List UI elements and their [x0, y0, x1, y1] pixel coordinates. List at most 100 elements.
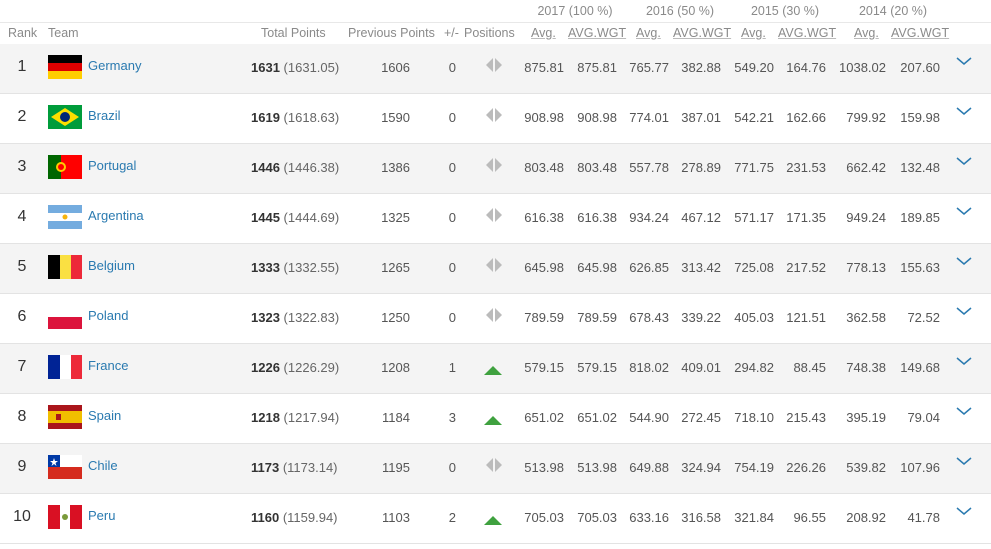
col-positions[interactable]: Positions	[464, 26, 515, 40]
table-row[interactable]: 4 Argentina 1445 (1444.69) 1325 0 616.38…	[0, 194, 991, 244]
col-rank[interactable]: Rank	[8, 26, 37, 40]
team-link[interactable]: Poland	[88, 308, 128, 323]
total-points-cell: 1619 (1618.63)	[251, 110, 340, 125]
avg-2017-cell: 579.15	[524, 360, 564, 375]
col-previous-points[interactable]: Previous Points	[348, 26, 435, 40]
avg-2014-cell: 748.38	[846, 360, 886, 375]
col-avg-2017[interactable]: Avg.	[531, 26, 556, 40]
flag-argentina-icon	[48, 205, 82, 229]
flag-spain-icon	[48, 405, 82, 429]
previous-points-cell: 1208	[381, 360, 410, 375]
team-link[interactable]: France	[88, 358, 128, 373]
chevron-down-icon[interactable]	[956, 106, 972, 116]
total-points-cell: 1218 (1217.94)	[251, 410, 340, 425]
chevron-down-icon[interactable]	[956, 56, 972, 66]
col-avg-2014[interactable]: Avg.	[854, 26, 879, 40]
team-link[interactable]: Brazil	[88, 108, 121, 123]
team-link[interactable]: Spain	[88, 408, 121, 423]
avg-2017-cell: 875.81	[524, 60, 564, 75]
previous-points-cell: 1590	[381, 110, 410, 125]
team-link[interactable]: Peru	[88, 508, 115, 523]
table-row[interactable]: 3 Portugal 1446 (1446.38) 1386 0 803.48 …	[0, 144, 991, 194]
flag-poland-icon	[48, 305, 82, 329]
avgwgt-2017-cell: 789.59	[577, 310, 617, 325]
table-row[interactable]: 9 Chile 1173 (1173.14) 1195 0 513.98 513…	[0, 444, 991, 494]
year-2014-label: 2014 (20 %)	[858, 4, 928, 18]
year-2017-label: 2017 (100 %)	[537, 4, 613, 18]
avgwgt-2017-cell: 579.15	[577, 360, 617, 375]
col-change[interactable]: +/-	[444, 26, 459, 40]
col-avgwgt-2016[interactable]: AVG.WGT	[673, 26, 731, 40]
team-link[interactable]: Belgium	[88, 258, 135, 273]
chevron-down-icon[interactable]	[956, 156, 972, 166]
rank-cell: 1	[17, 58, 27, 75]
flag-chile-icon	[48, 455, 82, 479]
team-link[interactable]: Chile	[88, 458, 118, 473]
avg-2016-cell: 818.02	[629, 360, 669, 375]
avgwgt-2017-cell: 616.38	[577, 210, 617, 225]
avgwgt-2014-cell: 189.85	[900, 210, 940, 225]
column-header: Rank Team Total Points Previous Points +…	[0, 22, 991, 45]
col-avg-2015[interactable]: Avg.	[741, 26, 766, 40]
avgwgt-2017-cell: 645.98	[577, 260, 617, 275]
avg-2015-cell: 718.10	[734, 410, 774, 425]
avg-2015-cell: 542.21	[734, 110, 774, 125]
table-row[interactable]: 6 Poland 1323 (1322.83) 1250 0 789.59 78…	[0, 294, 991, 344]
table-row[interactable]: 2 Brazil 1619 (1618.63) 1590 0 908.98 90…	[0, 94, 991, 144]
col-avgwgt-2015[interactable]: AVG.WGT	[778, 26, 836, 40]
avg-2015-cell: 571.17	[734, 210, 774, 225]
avgwgt-2015-cell: 215.43	[786, 410, 826, 425]
table-row[interactable]: 1 Germany 1631 (1631.05) 1606 0 875.81 8…	[0, 44, 991, 94]
col-avgwgt-2017[interactable]: AVG.WGT	[568, 26, 626, 40]
no-change-arrows-icon	[486, 208, 502, 222]
avg-2017-cell: 645.98	[524, 260, 564, 275]
avg-2017-cell: 908.98	[524, 110, 564, 125]
team-link[interactable]: Portugal	[88, 158, 136, 173]
team-link[interactable]: Germany	[88, 58, 141, 73]
chevron-down-icon[interactable]	[956, 206, 972, 216]
avgwgt-2014-cell: 41.78	[907, 510, 940, 525]
no-change-arrows-icon	[486, 258, 502, 272]
rank-cell: 8	[17, 408, 27, 425]
chevron-down-icon[interactable]	[956, 356, 972, 366]
table-row[interactable]: 7 France 1226 (1226.29) 1208 1 579.15 57…	[0, 344, 991, 394]
change-cell: 0	[448, 60, 456, 75]
year-header: 2017 (100 %) 2016 (50 %) 2015 (30 %) 201…	[0, 0, 991, 22]
avg-2017-cell: 803.48	[524, 160, 564, 175]
rank-cell: 10	[13, 508, 31, 525]
col-team[interactable]: Team	[48, 26, 79, 40]
table-body: 1 Germany 1631 (1631.05) 1606 0 875.81 8…	[0, 44, 991, 544]
no-change-arrows-icon	[486, 58, 502, 72]
col-avg-2016[interactable]: Avg.	[636, 26, 661, 40]
avgwgt-2014-cell: 79.04	[907, 410, 940, 425]
chevron-down-icon[interactable]	[956, 256, 972, 266]
col-total-points[interactable]: Total Points	[261, 26, 326, 40]
chevron-down-icon[interactable]	[956, 306, 972, 316]
flag-france-icon	[48, 355, 82, 379]
no-change-arrows-icon	[486, 458, 502, 472]
chevron-down-icon[interactable]	[956, 506, 972, 516]
avg-2014-cell: 799.92	[846, 110, 886, 125]
avg-2017-cell: 513.98	[524, 460, 564, 475]
total-points-cell: 1226 (1226.29)	[251, 360, 340, 375]
col-avgwgt-2014[interactable]: AVG.WGT	[891, 26, 949, 40]
avgwgt-2015-cell: 226.26	[786, 460, 826, 475]
avgwgt-2015-cell: 171.35	[786, 210, 826, 225]
flag-belgium-icon	[48, 255, 82, 279]
table-row[interactable]: 10 Peru 1160 (1159.94) 1103 2 705.03 705…	[0, 494, 991, 544]
change-cell: 0	[448, 460, 456, 475]
total-points-cell: 1446 (1446.38)	[251, 160, 340, 175]
avgwgt-2017-cell: 803.48	[577, 160, 617, 175]
avgwgt-2017-cell: 875.81	[577, 60, 617, 75]
rank-cell: 6	[17, 308, 27, 325]
team-link[interactable]: Argentina	[88, 208, 144, 223]
rank-cell: 5	[17, 258, 27, 275]
chevron-down-icon[interactable]	[956, 456, 972, 466]
chevron-down-icon[interactable]	[956, 406, 972, 416]
table-row[interactable]: 5 Belgium 1333 (1332.55) 1265 0 645.98 6…	[0, 244, 991, 294]
avg-2014-cell: 208.92	[846, 510, 886, 525]
rank-cell: 4	[17, 208, 27, 225]
table-row[interactable]: 8 Spain 1218 (1217.94) 1184 3 651.02 651…	[0, 394, 991, 444]
no-change-arrows-icon	[486, 158, 502, 172]
change-cell: 0	[448, 160, 456, 175]
